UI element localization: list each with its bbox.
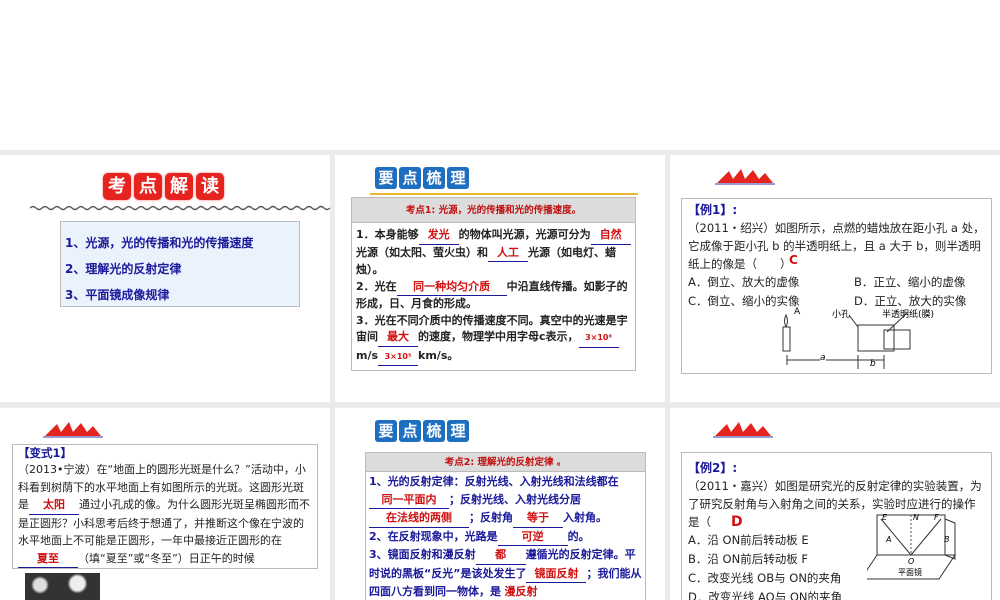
section-header: 考点1: 光源，光的传播和光的传播速度。 <box>352 198 635 223</box>
slide-thumbnail-6[interactable]: 【例2】: （2011・嘉兴）如图是研究光的反射定律的实验装置，为了研究反射角与… <box>670 408 1000 600</box>
diagram-label: a <box>820 353 826 363</box>
title-char: 梳 <box>423 420 445 442</box>
answer-mark: C <box>789 253 798 267</box>
title-char: 要 <box>375 167 397 189</box>
content-text: 1、光的反射定律：反射光线、入射光线和法线都在同一平面内 ；反射光线、入射光线分居… <box>366 472 645 600</box>
question-text: （2013•宁波）在“地面上的圆形光斑是什么？”活动中，小科看到树荫下的水平地面… <box>18 461 312 568</box>
title-char: 梳 <box>423 167 445 189</box>
diagram-label: O <box>908 557 915 566</box>
title-char: 理 <box>447 167 469 189</box>
example-label: 【例1】: <box>688 203 738 217</box>
slide-thumbnail-2[interactable]: 要点梳理 考点1: 光源，光的传播和光的传播速度。 1．本身能够 发光 的物体叫光源… <box>335 155 665 402</box>
title-char: 点 <box>134 173 162 200</box>
option: B．正立、缩小的虚像 <box>854 275 966 289</box>
wavy-divider <box>30 205 330 211</box>
title-char: 解 <box>165 173 193 200</box>
topic-list: 1、光源，光的传播和光的传播速度 2、理解光的反射定律 3、平面镜成像规律 <box>60 221 300 307</box>
title-char: 点 <box>399 420 421 442</box>
option: A．倒立、放大的虚像 <box>688 275 800 289</box>
slide-thumbnail-5[interactable]: 要点梳理 考点2: 理解光的反射定律 。 1、光的反射定律：反射光线、入射光线和… <box>335 408 665 600</box>
light-spot-photo <box>25 573 100 600</box>
decorative-logo <box>43 422 103 438</box>
slide-title: 要点梳理 <box>375 167 471 189</box>
question-box: 【例1】: （2011・绍兴）如图所示，点燃的蜡烛放在距小孔 a 处，它成像于距… <box>681 198 992 374</box>
slide-thumbnail-1[interactable]: 考点解读 1、光源，光的传播和光的传播速度 2、理解光的反射定律 3、平面镜成像… <box>0 155 330 402</box>
topic-item: 1、光源，光的传播和光的传播速度 <box>65 236 254 250</box>
example-label: 【例2】: <box>688 461 738 475</box>
slide-thumbnail-4[interactable]: 【变式1】 （2013•宁波）在“地面上的圆形光斑是什么？”活动中，小科看到树荫… <box>0 408 330 600</box>
diagram-label: b <box>870 359 876 369</box>
title-char: 要 <box>375 420 397 442</box>
diagram-label: B <box>944 535 950 544</box>
answer-mark: D <box>731 514 743 530</box>
slide-title: 考点解读 <box>103 173 227 200</box>
decorative-logo <box>715 169 775 185</box>
slide-title: 要点梳理 <box>375 420 471 442</box>
diagram-label: E <box>882 513 888 522</box>
topic-item: 3、平面镜成像规律 <box>65 288 170 302</box>
section-header: 考点2: 理解光的反射定律 。 <box>366 453 645 472</box>
diagram-label: A <box>886 535 892 544</box>
title-char: 读 <box>196 173 224 200</box>
topic-item: 2、理解光的反射定律 <box>65 262 182 276</box>
diagram-label: N <box>913 513 919 522</box>
question-text: （2011・绍兴）如图所示，点燃的蜡烛放在距小孔 a 处，它成像于距小孔 b 的… <box>688 221 985 271</box>
title-char: 理 <box>447 420 469 442</box>
diagram-label: 半透明纸(膜) <box>882 310 935 320</box>
decorative-logo <box>713 422 773 438</box>
slide-thumbnail-3[interactable]: 【例1】: （2011・绍兴）如图所示，点燃的蜡烛放在距小孔 a 处，它成像于距… <box>670 155 1000 402</box>
title-char: 考 <box>103 173 131 200</box>
diagram-label: F <box>934 513 939 522</box>
title-char: 点 <box>399 167 421 189</box>
option: D．改变光线 AO与 ON的夹角 <box>688 590 843 600</box>
content-box: 考点1: 光源，光的传播和光的传播速度。 1．本身能够 发光 的物体叫光源，光源可分… <box>351 197 636 371</box>
divider <box>370 193 638 195</box>
content-text: 1．本身能够 发光 的物体叫光源，光源可分为 自然光源（如太阳、萤火虫）和 人工 光源（如… <box>352 223 635 370</box>
diagram-label: 小孔 <box>832 310 851 320</box>
example-label: 【变式1】 <box>18 446 73 460</box>
diagram-label: 平面镜 <box>898 568 922 577</box>
question-box: 【例2】: （2011・嘉兴）如图是研究光的反射定律的实验装置，为了研究反射角与… <box>681 452 992 600</box>
diagram-label: A <box>794 307 801 317</box>
question-box: 【变式1】 （2013•宁波）在“地面上的圆形光斑是什么？”活动中，小科看到树荫… <box>12 444 318 569</box>
content-box: 考点2: 理解光的反射定律 。 1、光的反射定律：反射光线、入射光线和法线都在同… <box>365 452 646 600</box>
